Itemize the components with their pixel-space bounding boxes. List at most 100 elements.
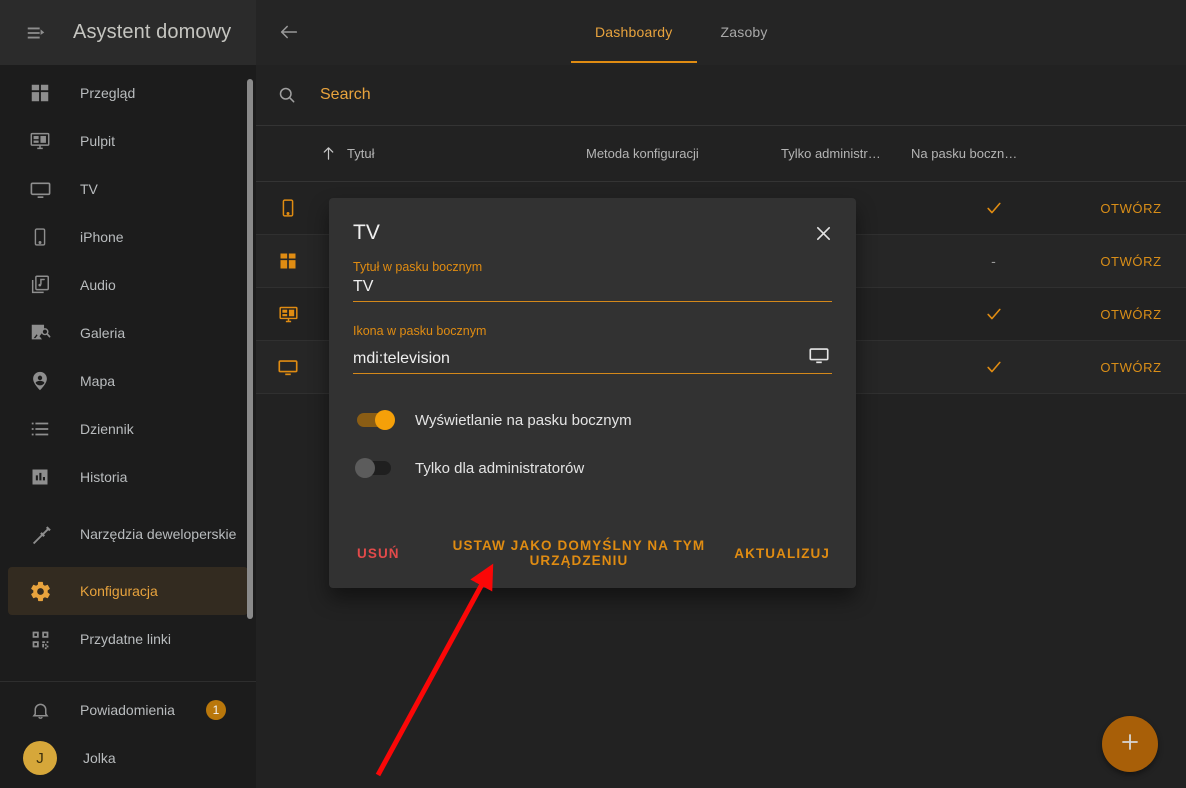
sidebar-title-row: [353, 278, 832, 302]
sidebar-item-label: Dziennik: [80, 420, 134, 437]
app-root: Asystent domowy Przegląd Pulpit TV iPhon…: [0, 0, 1186, 788]
dialog-actions: USUŃ USTAW JAKO DOMYŚLNY NA TYM URZĄDZEN…: [329, 532, 856, 588]
sidebar-item-label: iPhone: [80, 228, 124, 245]
sidebar-title-label: Tytuł w pasku bocznym: [353, 260, 483, 274]
sidebar: Asystent domowy Przegląd Pulpit TV iPhon…: [0, 0, 256, 788]
open-button[interactable]: OTWÓRZ: [1076, 307, 1186, 322]
cog-icon: [20, 571, 60, 611]
image-search-icon: [20, 313, 60, 353]
format-list-bulleted-icon: [20, 409, 60, 449]
top-bar: Dashboardy Zasoby: [256, 0, 1186, 65]
sidebar-title: Asystent domowy: [73, 21, 232, 43]
sidebar-item-label: Przydatne linki: [80, 630, 172, 647]
show-in-sidebar-toggle-row[interactable]: Wyświetlanie na pasku bocznym: [355, 396, 832, 444]
sidebar-item-audio[interactable]: Audio: [8, 261, 248, 309]
show-in-sidebar-label: Wyświetlanie na pasku bocznym: [415, 411, 632, 429]
sidebar-bottom: Powiadomienia 1 J Jolka: [0, 673, 256, 788]
set-default-button[interactable]: USTAW JAKO DOMYŚLNY NA TYM URZĄDZENIU: [428, 530, 731, 576]
table-header-sidebar[interactable]: Na pasku boczn…: [911, 146, 1076, 161]
table-header-title[interactable]: Tytuł: [320, 145, 586, 162]
sidebar-scrollbar[interactable]: [247, 79, 253, 619]
map-marker-account-icon: [20, 361, 60, 401]
sidebar-item-tv[interactable]: TV: [8, 165, 248, 213]
plus-icon: [1118, 730, 1142, 759]
sidebar-icon-label: Ikona w pasku bocznym: [353, 324, 487, 338]
television-icon: [256, 356, 320, 378]
open-button[interactable]: OTWÓRZ: [1076, 254, 1186, 269]
sidebar-item-konfiguracja[interactable]: Konfiguracja: [8, 567, 248, 615]
close-icon[interactable]: [810, 220, 836, 246]
tab-dashboardy[interactable]: Dashboardy: [571, 0, 697, 63]
edit-dashboard-dialog: TV Tytuł w pasku bocznym Ikona w pasku b…: [329, 198, 856, 588]
music-box-multiple-icon: [20, 265, 60, 305]
sidebar-item-label: Przegląd: [80, 84, 136, 101]
hamburger-collapse-icon[interactable]: [16, 13, 56, 53]
sidebar-item-dziennik[interactable]: Dziennik: [8, 405, 248, 453]
desktop-dashboard-icon: [20, 121, 60, 161]
table-header-admin[interactable]: Tylko administr…: [781, 146, 911, 161]
table-cell-sidebar: [911, 357, 1076, 377]
sidebar-scroll-area: Przegląd Pulpit TV iPhone Audio Galeria …: [0, 65, 256, 673]
admin-only-toggle-row[interactable]: Tylko dla administratorów: [355, 444, 832, 492]
qrcode-icon: [20, 619, 60, 659]
view-dashboard-icon: [20, 73, 60, 113]
toggle-knob: [355, 458, 375, 478]
arrow-up-icon: [320, 145, 337, 162]
sidebar-item-mapa[interactable]: Mapa: [8, 357, 248, 405]
dialog-title: TV: [353, 221, 380, 244]
sidebar-icon-input[interactable]: [353, 350, 806, 368]
chart-box-icon: [20, 457, 60, 497]
sidebar-item-label: Mapa: [80, 372, 116, 389]
open-button[interactable]: OTWÓRZ: [1076, 360, 1186, 375]
sidebar-item-label: Narzędzia deweloperskie: [80, 525, 237, 542]
dialog-body: Tytuł w pasku bocznym Ikona w pasku bocz…: [329, 246, 856, 492]
sidebar-item-label: Historia: [80, 468, 128, 485]
update-button[interactable]: AKTUALIZUJ: [730, 538, 834, 569]
sidebar-item-pulpit[interactable]: Pulpit: [8, 117, 248, 165]
sidebar-item-przydatne-linki[interactable]: Przydatne linki: [8, 615, 248, 663]
tab-zasoby[interactable]: Zasoby: [697, 0, 792, 63]
television-icon[interactable]: [806, 342, 832, 368]
toggle-knob: [375, 410, 395, 430]
show-in-sidebar-toggle[interactable]: [355, 410, 395, 430]
notification-badge: 1: [206, 700, 226, 720]
search-input[interactable]: [320, 86, 820, 104]
sidebar-item-label: Pulpit: [80, 132, 116, 149]
sidebar-item-label: Jolka: [83, 749, 116, 766]
sidebar-item-label: Powiadomienia: [80, 701, 175, 718]
bell-icon: [20, 690, 60, 730]
sidebar-item-label: Galeria: [80, 324, 126, 341]
table-header-title-label: Tytuł: [347, 146, 375, 161]
arrow-left-icon[interactable]: [269, 12, 309, 52]
sidebar-item-przeglad[interactable]: Przegląd: [8, 69, 248, 117]
desktop-dashboard-icon: [256, 304, 320, 325]
table-cell-sidebar: -: [991, 253, 996, 269]
delete-button[interactable]: USUŃ: [353, 538, 404, 569]
cellphone-icon: [256, 198, 320, 218]
add-dashboard-fab[interactable]: [1102, 716, 1158, 772]
cellphone-icon: [20, 217, 60, 257]
open-button[interactable]: OTWÓRZ: [1076, 201, 1186, 216]
sidebar-item-user[interactable]: J Jolka: [8, 734, 248, 782]
view-dashboard-icon: [256, 251, 320, 271]
sidebar-item-narzedzia-deweloperskie[interactable]: Narzędzia deweloperskie: [8, 501, 248, 567]
sidebar-item-powiadomienia[interactable]: Powiadomienia 1: [8, 686, 248, 734]
hammer-icon: [20, 514, 60, 554]
admin-only-toggle[interactable]: [355, 458, 395, 478]
television-icon: [20, 169, 60, 209]
sidebar-title-input[interactable]: [353, 278, 832, 296]
sidebar-item-historia[interactable]: Historia: [8, 453, 248, 501]
sidebar-item-iphone[interactable]: iPhone: [8, 213, 248, 261]
sidebar-icon-field: Ikona w pasku bocznym: [353, 324, 832, 374]
tab-bar: Dashboardy Zasoby: [571, 0, 792, 65]
avatar: J: [23, 741, 57, 775]
table-cell-sidebar: [911, 304, 1076, 324]
sidebar-item-label: Konfiguracja: [80, 582, 158, 599]
sidebar-divider: [0, 681, 256, 682]
search-icon: [274, 82, 300, 108]
search-bar: [256, 65, 1186, 126]
sidebar-icon-row: [353, 342, 832, 374]
sidebar-item-galeria[interactable]: Galeria: [8, 309, 248, 357]
table-header: Tytuł Metoda konfiguracji Tylko administ…: [256, 126, 1186, 182]
table-header-method[interactable]: Metoda konfiguracji: [586, 146, 781, 161]
